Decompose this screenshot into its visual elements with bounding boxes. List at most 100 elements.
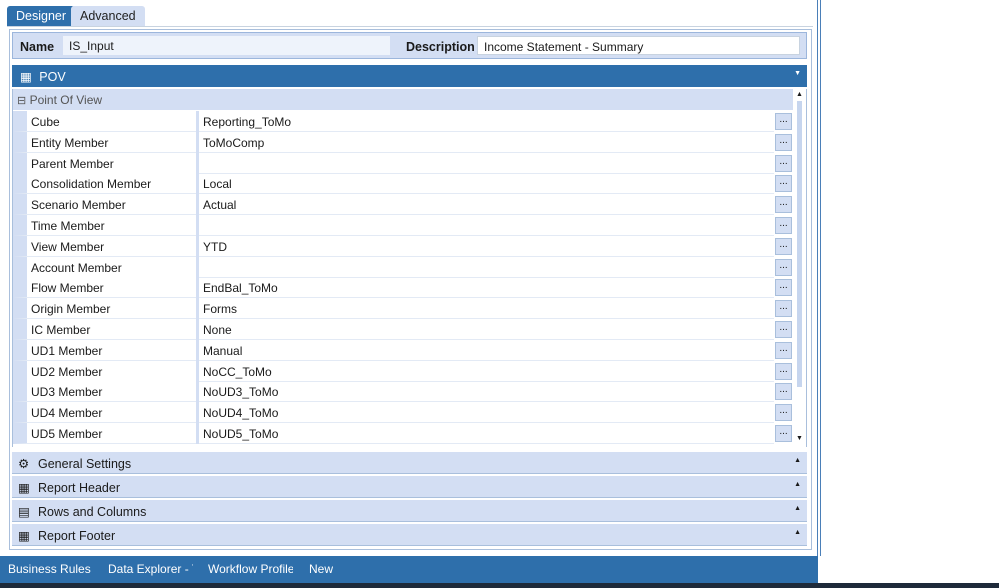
property-value[interactable]: YTD — [199, 236, 774, 257]
property-label: View Member — [13, 235, 196, 257]
description-input[interactable]: Income Statement - Summary — [477, 36, 800, 55]
property-value[interactable]: NoUD5_ToMo — [199, 423, 774, 444]
property-label: IC Member — [13, 319, 196, 340]
property-row: Entity Member ToMoComp ... — [13, 131, 793, 153]
property-label: Cube — [13, 111, 196, 132]
ellipsis-button[interactable]: ... — [775, 113, 792, 130]
vertical-scrollbar[interactable]: ▲ ▼ — [794, 89, 806, 447]
ellipsis-button[interactable]: ... — [775, 341, 792, 359]
ellipsis-button[interactable]: ... — [775, 404, 792, 422]
bottom-tab-new[interactable]: New — [309, 562, 333, 576]
property-value[interactable]: EndBal_ToMo — [199, 277, 774, 299]
ellipsis-button[interactable]: ... — [775, 133, 792, 151]
property-value[interactable]: Manual — [199, 340, 774, 361]
property-value[interactable]: Reporting_ToMo — [199, 111, 774, 132]
name-description-row: Name IS_Input Description Income Stateme… — [12, 32, 807, 59]
property-value[interactable] — [199, 215, 774, 236]
property-row: Time Member ... — [13, 215, 793, 236]
collapse-box-icon[interactable]: ⊟ — [17, 95, 26, 107]
section-label: Report Header — [38, 481, 120, 495]
property-label: Entity Member — [13, 131, 196, 153]
property-label: Parent Member — [13, 152, 196, 174]
ellipsis-button[interactable]: ... — [775, 154, 792, 172]
property-row: Flow Member EndBal_ToMo ... — [13, 277, 793, 299]
expand-caret-icon[interactable]: ▲ — [794, 505, 801, 512]
pov-property-grid: ⊟ Point Of View Cube Reporting_ToMo ... … — [12, 89, 807, 447]
scroll-up-icon[interactable]: ▲ — [796, 91, 803, 98]
property-value[interactable] — [199, 153, 774, 174]
bottom-tab-workflow-profiles[interactable]: Workflow Profiles — [208, 562, 293, 576]
property-row: IC Member None ... — [13, 319, 793, 340]
ellipsis-button[interactable]: ... — [775, 362, 792, 380]
section-general-settings[interactable]: ⚙ General Settings ▲ — [12, 452, 807, 474]
bottom-tab-business-rules[interactable]: Business Rules — [8, 562, 98, 576]
property-label: UD4 Member — [13, 402, 196, 424]
grid-icon: ▦ — [18, 529, 30, 543]
panel-border — [817, 0, 821, 556]
property-value[interactable]: Local — [199, 173, 774, 195]
gear-icon: ⚙ — [18, 457, 30, 471]
section-report-header[interactable]: ▦ Report Header ▲ — [12, 476, 807, 498]
collapse-caret-icon[interactable]: ▼ — [794, 70, 801, 77]
property-row: Cube Reporting_ToMo ... — [13, 111, 793, 132]
rows-icon: ▤ — [18, 505, 30, 519]
property-value[interactable]: Actual — [199, 194, 774, 216]
property-label: UD5 Member — [13, 423, 196, 444]
ellipsis-button[interactable]: ... — [775, 321, 792, 338]
property-row: UD2 Member NoCC_ToMo ... — [13, 360, 793, 382]
property-row: Parent Member ... — [13, 152, 793, 174]
expand-caret-icon[interactable]: ▲ — [794, 457, 801, 464]
category-point-of-view[interactable]: ⊟ Point Of View — [13, 89, 793, 110]
section-rows-and-columns[interactable]: ▤ Rows and Columns ▲ — [12, 500, 807, 522]
section-report-footer[interactable]: ▦ Report Footer ▲ — [12, 524, 807, 546]
taskbar-strip — [0, 583, 999, 588]
bottom-tab-bar: Business Rules Data Explorer - To Workfl… — [0, 556, 818, 583]
property-value[interactable]: None — [199, 319, 774, 340]
ellipsis-button[interactable]: ... — [775, 217, 792, 234]
tab-divider — [7, 26, 813, 27]
section-label: Rows and Columns — [38, 505, 147, 519]
pov-section-header[interactable]: ▦ POV ▼ — [12, 65, 807, 87]
pov-title: POV — [39, 70, 66, 84]
property-label: Account Member — [13, 256, 196, 278]
property-value[interactable]: NoUD4_ToMo — [199, 402, 774, 424]
ellipsis-button[interactable]: ... — [775, 300, 792, 318]
description-label: Description — [406, 40, 475, 54]
grid-icon: ▦ — [18, 481, 30, 495]
ellipsis-button[interactable]: ... — [775, 175, 792, 193]
property-row: View Member YTD ... — [13, 235, 793, 257]
tab-designer[interactable]: Designer — [7, 6, 76, 27]
category-label: Point Of View — [29, 93, 103, 107]
name-input[interactable]: IS_Input — [63, 36, 390, 55]
property-label: Scenario Member — [13, 194, 196, 216]
scroll-thumb[interactable] — [797, 101, 802, 387]
property-value[interactable] — [199, 257, 774, 278]
bottom-tab-data-explorer[interactable]: Data Explorer - To — [108, 562, 193, 576]
expand-caret-icon[interactable]: ▲ — [794, 529, 801, 536]
property-label: UD2 Member — [13, 360, 196, 382]
property-row: UD4 Member NoUD4_ToMo ... — [13, 402, 793, 424]
property-row: Scenario Member Actual ... — [13, 194, 793, 216]
property-row: UD3 Member NoUD3_ToMo ... — [13, 381, 793, 403]
property-label: Consolidation Member — [13, 173, 196, 195]
property-value[interactable]: NoCC_ToMo — [199, 361, 774, 382]
ellipsis-button[interactable]: ... — [775, 383, 792, 401]
property-value[interactable]: ToMoComp — [199, 132, 774, 153]
ellipsis-button[interactable]: ... — [775, 279, 792, 297]
property-row: Account Member ... — [13, 256, 793, 278]
ellipsis-button[interactable]: ... — [775, 237, 792, 255]
ellipsis-button[interactable]: ... — [775, 258, 792, 276]
ellipsis-button[interactable]: ... — [775, 425, 792, 442]
property-label: Time Member — [13, 215, 196, 236]
property-label: UD3 Member — [13, 381, 196, 403]
tab-advanced[interactable]: Advanced — [71, 6, 145, 27]
property-row: Consolidation Member Local ... — [13, 173, 793, 195]
property-value[interactable]: NoUD3_ToMo — [199, 381, 774, 403]
cube-icon: ▦ — [20, 70, 32, 84]
ellipsis-button[interactable]: ... — [775, 196, 792, 214]
property-value[interactable]: Forms — [199, 298, 774, 320]
expand-caret-icon[interactable]: ▲ — [794, 481, 801, 488]
property-row: UD5 Member NoUD5_ToMo ... — [13, 423, 793, 444]
property-row: UD1 Member Manual ... — [13, 339, 793, 361]
scroll-down-icon[interactable]: ▼ — [796, 435, 803, 442]
